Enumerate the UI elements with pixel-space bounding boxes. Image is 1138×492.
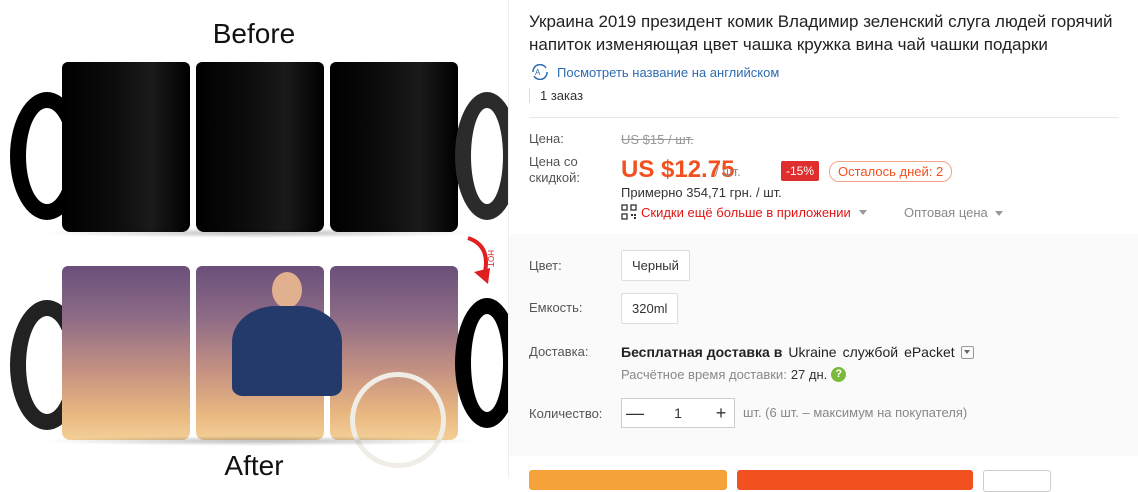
mug-shadow-bottom: [40, 436, 480, 446]
eta-value: 27 дн.: [790, 367, 828, 382]
quantity-limit-note: шт. (6 шт. – максимум на покупателя): [743, 405, 968, 420]
chevron-down-icon: [858, 209, 867, 215]
hot-label: HOT: [486, 250, 495, 267]
eta-label: Расчётное время доставки:: [621, 367, 787, 382]
quantity-stepper[interactable]: — 1 +: [621, 398, 735, 428]
mug-handle-right-top: [455, 92, 508, 220]
divider: [529, 117, 1119, 118]
approx-price: Примерно 354,71 грн. / шт.: [621, 185, 782, 200]
delivery-eta: Расчётное время доставки: 27 дн. ?: [621, 367, 847, 382]
mug-photo-1: [62, 266, 190, 440]
color-label: Цвет:: [529, 258, 562, 273]
price-unit: / шт.: [715, 164, 741, 179]
wholesale-text: Оптовая цена: [904, 205, 988, 220]
mug-black-3: [330, 62, 458, 232]
price-label: Цена:: [529, 131, 564, 146]
mug-handle-right-bottom: [455, 298, 508, 428]
before-label: Before: [212, 18, 296, 49]
wholesale-price-link[interactable]: Оптовая цена: [904, 205, 1004, 220]
discount-price-label: Цена со скидкой:: [529, 154, 580, 186]
quantity-value[interactable]: 1: [674, 405, 682, 421]
shipping-label: Доставка:: [529, 344, 589, 359]
shipping-dropdown-icon[interactable]: [960, 345, 974, 359]
mug-black-2: [196, 62, 324, 232]
add-to-cart-button[interactable]: [737, 470, 973, 490]
mug-shadow-top: [40, 228, 480, 238]
quantity-increase-button[interactable]: +: [708, 403, 734, 424]
orders-count: 1 заказ: [529, 88, 583, 103]
figure-suit: [232, 306, 342, 396]
figure-face: [272, 272, 302, 308]
quantity-decrease-button[interactable]: —: [622, 403, 648, 424]
product-title: Украина 2019 президент комик Владимир зе…: [529, 12, 1113, 54]
discount-badge: -15%: [781, 161, 820, 181]
discount-price-label-line2: скидкой:: [529, 170, 580, 185]
chevron-down-icon: [995, 211, 1004, 217]
buy-now-button[interactable]: [529, 470, 727, 490]
svg-text:A: A: [535, 68, 541, 77]
shipping-service-text: службой: [842, 344, 899, 360]
app-deals-text: Скидки ещё больше в приложении: [641, 204, 851, 220]
app-deals-link[interactable]: Скидки ещё больше в приложении: [621, 204, 867, 220]
shipping-country: Ukraine: [788, 344, 837, 360]
quantity-label: Количество:: [529, 406, 603, 421]
qr-code-icon: [621, 204, 637, 220]
shipping-carrier: ePacket: [904, 344, 955, 360]
capacity-label: Емкость:: [529, 300, 583, 315]
after-label: After: [224, 450, 284, 478]
old-price: US $15 / шт.: [621, 132, 694, 147]
translate-link[interactable]: A Посмотреть название на английском: [529, 64, 779, 80]
free-shipping-text: Бесплатная доставка в: [621, 344, 783, 360]
mug-black-1: [62, 62, 190, 232]
product-info-panel: Украина 2019 президент комик Владимир зе…: [509, 0, 1138, 492]
capacity-option-320ml[interactable]: 320ml: [621, 293, 679, 324]
hot-arrow-icon: HOT: [467, 236, 495, 284]
discount-price-label-line1: Цена со: [529, 154, 578, 169]
translate-link-text: Посмотреть название на английском: [557, 64, 780, 80]
product-main-image[interactable]: Before HOT After: [0, 0, 509, 478]
help-icon[interactable]: ?: [831, 367, 847, 382]
shipping-info: Бесплатная доставка в Ukraine службой eP…: [621, 344, 974, 360]
days-left-badge: Осталось дней: 2: [829, 161, 953, 182]
translate-icon: A: [532, 64, 548, 80]
wishlist-button[interactable]: [983, 470, 1051, 492]
color-option-black[interactable]: Черный: [621, 250, 690, 281]
